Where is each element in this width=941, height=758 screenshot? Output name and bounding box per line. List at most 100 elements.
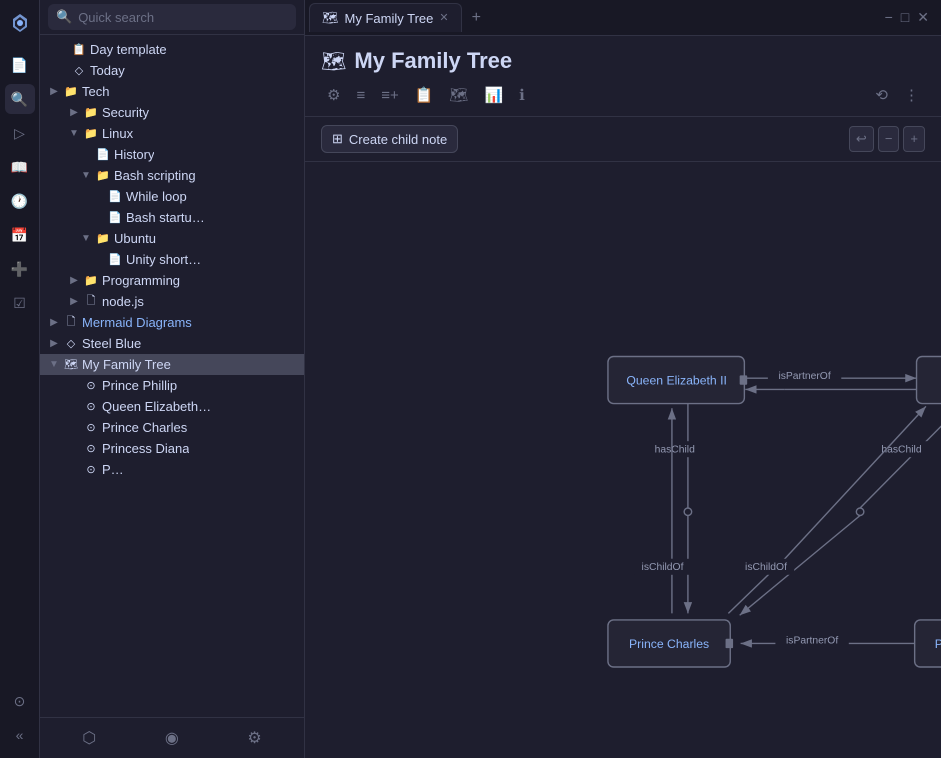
no-chevron — [92, 254, 104, 266]
toolbar-more-icon[interactable]: ⋮ — [898, 82, 925, 108]
zoom-out-button[interactable]: − — [878, 126, 900, 152]
nav-calendar-icon[interactable]: 📅 — [5, 220, 35, 250]
close-button[interactable]: ✕ — [917, 9, 929, 26]
maximize-button[interactable]: □ — [901, 9, 909, 26]
search-icon: 🔍 — [56, 9, 72, 25]
sidebar-item-bash-startup[interactable]: 📄 Bash startu… — [40, 207, 304, 228]
toolbar-list-add-icon[interactable]: ≡+ — [375, 83, 405, 108]
no-chevron — [68, 443, 80, 455]
tab-bar: 🗺 My Family Tree ✕ + − □ ✕ — [305, 0, 941, 36]
nav-collapse-icon[interactable]: « — [5, 720, 35, 750]
zoom-controls: ↩ − + — [849, 126, 925, 152]
tech-icon: 📁 — [64, 85, 78, 99]
minimize-button[interactable]: − — [885, 9, 893, 26]
sidebar-item-ubuntu[interactable]: ▼ 📁 Ubuntu — [40, 228, 304, 249]
sidebar-item-day-template[interactable]: 📋 Day template — [40, 39, 304, 60]
nav-search-icon[interactable]: 🔍 — [5, 84, 35, 114]
new-tab-button[interactable]: + — [464, 5, 489, 31]
sidebar-item-bash-scripting[interactable]: ▼ 📁 Bash scripting — [40, 165, 304, 186]
linux-icon: 📁 — [84, 127, 98, 141]
while-loop-icon: 📄 — [108, 190, 122, 204]
node-queen-elizabeth[interactable]: Queen Elizabeth II — [608, 357, 747, 404]
linux-chevron: ▼ — [68, 128, 80, 140]
settings-icon[interactable]: ⚙ — [243, 724, 265, 752]
bash-icon: 📁 — [96, 169, 110, 183]
toolbar-sliders-icon[interactable]: ⚙ — [321, 82, 346, 108]
sidebar-item-steel-blue[interactable]: ▶ ◇ Steel Blue — [40, 333, 304, 354]
queen-elizabeth-node-label: Queen Elizabeth II — [626, 374, 727, 388]
sidebar-item-princess-diana[interactable]: ⊙ Princess Diana — [40, 438, 304, 459]
toolbar-right: ⟲ ⋮ — [869, 82, 925, 108]
princess-diana-icon: ⊙ — [84, 442, 98, 456]
sidebar-item-my-family-tree[interactable]: ▼ 🗺 My Family Tree — [40, 354, 304, 375]
nav-circle-icon[interactable]: ⊙ — [5, 686, 35, 716]
tab-close-button[interactable]: ✕ — [439, 13, 448, 24]
day-template-label: Day template — [90, 42, 167, 57]
toolbar-map-icon[interactable]: 🗺 — [443, 82, 474, 108]
no-chevron — [68, 422, 80, 434]
sidebar-item-while-loop[interactable]: 📄 While loop — [40, 186, 304, 207]
app-logo[interactable] — [5, 8, 35, 38]
nav-send-icon[interactable]: ▷ — [5, 118, 35, 148]
sidebar-item-tech[interactable]: ▶ 📁 Tech — [40, 81, 304, 102]
sidebar-item-unity-short[interactable]: 📄 Unity short… — [40, 249, 304, 270]
create-child-label: Create child note — [349, 132, 447, 147]
no-chevron — [80, 149, 92, 161]
mermaid-chevron: ▶ — [48, 317, 60, 329]
search-bar[interactable]: 🔍 Quick search — [48, 4, 296, 30]
main-content: 🗺 My Family Tree ✕ + − □ ✕ 🗺 My Family T… — [305, 0, 941, 758]
nav-add-icon[interactable]: ➕ — [5, 254, 35, 284]
node-princess-diana[interactable]: Princess Diana — [915, 620, 941, 667]
zoom-reset-button[interactable]: ↩ — [849, 126, 874, 152]
sidebar-item-linux[interactable]: ▼ 📁 Linux — [40, 123, 304, 144]
unity-icon: 📄 — [108, 253, 122, 267]
circle-icon[interactable]: ◉ — [161, 724, 183, 752]
node-prince-phillip[interactable]: Prince Phillip — [917, 357, 941, 404]
toolbar-table-icon[interactable]: 📋 — [409, 82, 440, 108]
nav-check-icon[interactable]: ☑ — [5, 288, 35, 318]
no-chevron — [56, 65, 68, 77]
unity-label: Unity short… — [126, 252, 201, 267]
window-controls: − □ ✕ — [877, 9, 937, 26]
edge-label-ispartnerof-top: isPartnerOf — [778, 371, 830, 382]
sidebar-item-prince-phillip[interactable]: ⊙ Prince Phillip — [40, 375, 304, 396]
toolbar-list-icon[interactable]: ≡ — [350, 83, 371, 108]
tab-my-family-tree[interactable]: 🗺 My Family Tree ✕ — [309, 3, 462, 32]
sidebar-tree: 📋 Day template ◇ Today ▶ 📁 Tech ▶ 📁 Secu… — [40, 35, 304, 717]
history-label: History — [114, 147, 154, 162]
create-child-button[interactable]: ⊞ Create child note — [321, 125, 458, 153]
toolbar-chart-icon[interactable]: 📊 — [478, 82, 509, 108]
sidebar-item-nodejs[interactable]: ▶ 🗋 node.js — [40, 291, 304, 312]
sidebar-item-queen-elizabeth[interactable]: ⊙ Queen Elizabeth… — [40, 396, 304, 417]
nav-clock-icon[interactable]: 🕐 — [5, 186, 35, 216]
sidebar-item-prince-charles[interactable]: ⊙ Prince Charles — [40, 417, 304, 438]
diagram-canvas[interactable]: isPartnerOf hasChild hasChild isChildOf … — [305, 162, 941, 758]
programming-label: Programming — [102, 273, 180, 288]
prince-charles-node-label: Prince Charles — [629, 637, 709, 651]
node-prince-charles[interactable]: Prince Charles — [608, 620, 733, 667]
bash-startup-label: Bash startu… — [126, 210, 205, 225]
nav-map-icon[interactable]: 📖 — [5, 152, 35, 182]
edge-label-ischildof-left: isChildOf — [642, 562, 684, 573]
steel-blue-label: Steel Blue — [82, 336, 141, 351]
edge-label-ispartnerof-bottom: isPartnerOf — [786, 635, 838, 646]
sidebar-item-mermaid[interactable]: ▶ 🗋 Mermaid Diagrams — [40, 312, 304, 333]
sidebar-item-security[interactable]: ▶ 📁 Security — [40, 102, 304, 123]
sidebar-item-programming[interactable]: ▶ 📁 Programming — [40, 270, 304, 291]
zoom-in-button[interactable]: + — [903, 126, 925, 152]
tab-icon: 🗺 — [322, 10, 339, 26]
sidebar-item-history[interactable]: 📄 History — [40, 144, 304, 165]
princess-diana-node-label: Princess Diana — [935, 637, 941, 651]
layers-icon[interactable]: ⬡ — [78, 724, 100, 752]
toolbar: ⚙ ≡ ≡+ 📋 🗺 📊 ℹ ⟲ ⋮ — [321, 82, 925, 108]
security-label: Security — [102, 105, 149, 120]
toolbar-history-icon[interactable]: ⟲ — [869, 82, 894, 108]
sidebar-top: 🔍 Quick search — [40, 0, 304, 35]
sidebar-item-today[interactable]: ◇ Today — [40, 60, 304, 81]
icon-bar: 📄 🔍 ▷ 📖 🕐 📅 ➕ ☑ ⊙ « — [0, 0, 40, 758]
toolbar-info-icon[interactable]: ℹ — [513, 82, 531, 108]
nav-notes-icon[interactable]: 📄 — [5, 50, 35, 80]
create-child-icon: ⊞ — [332, 131, 343, 147]
ubuntu-icon: 📁 — [96, 232, 110, 246]
sidebar-item-p[interactable]: ⊙ P… — [40, 459, 304, 480]
